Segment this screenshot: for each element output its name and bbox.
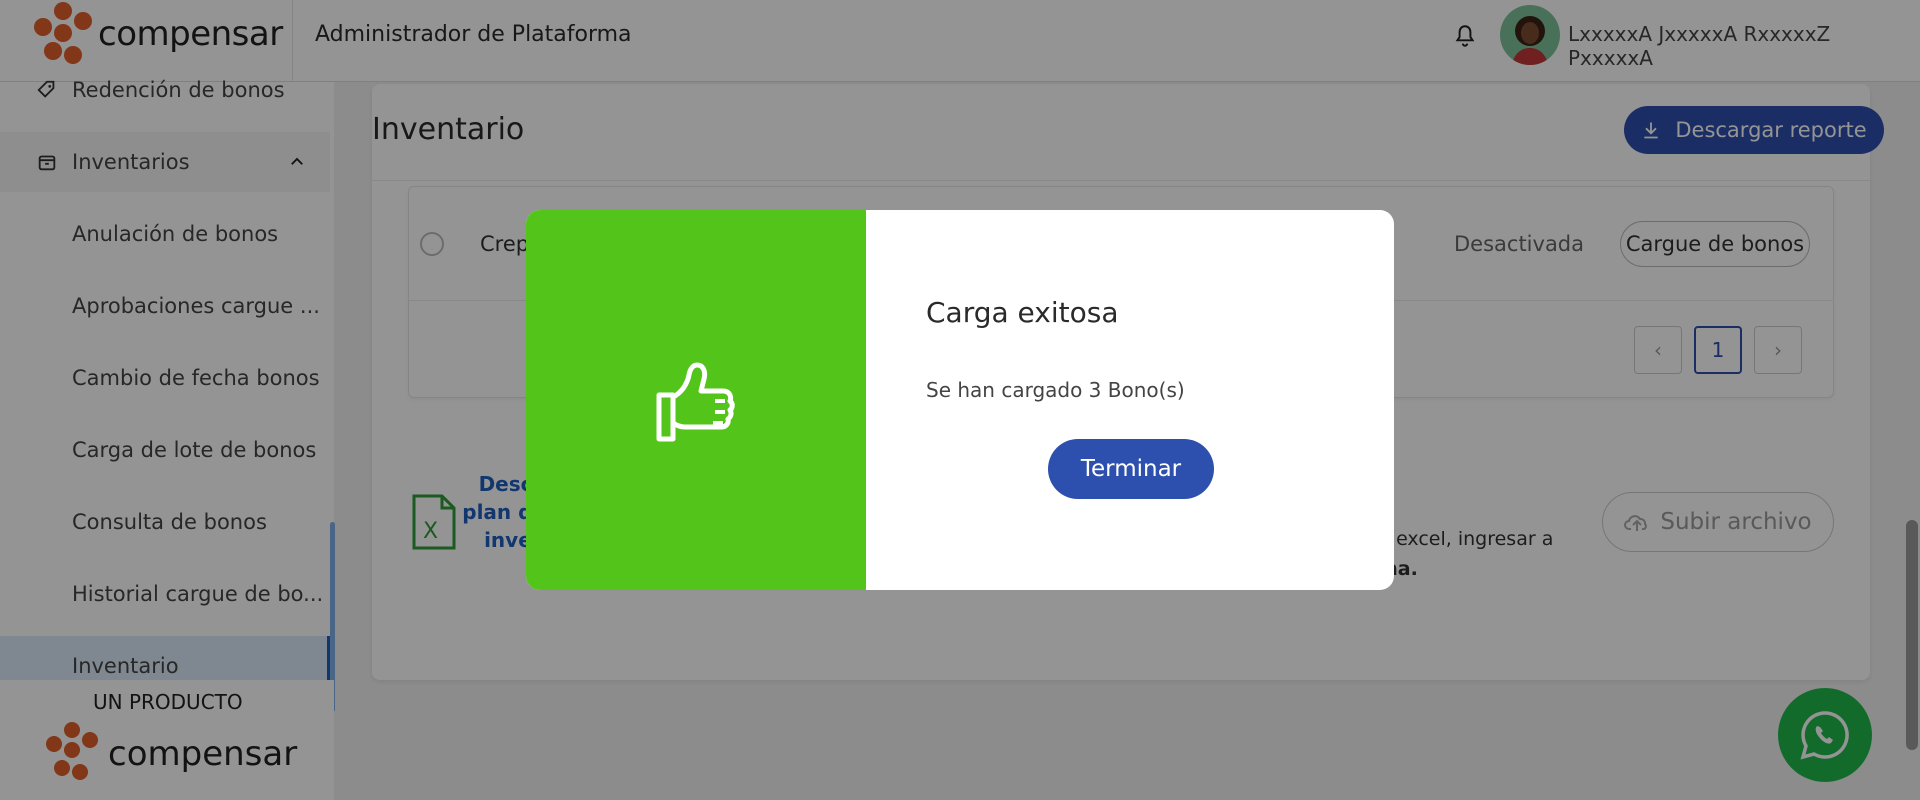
finish-button[interactable]: Terminar (1048, 439, 1214, 499)
thumbs-up-icon (656, 362, 735, 442)
success-dialog: Carga exitosa Se han cargado 3 Bono(s) T… (526, 210, 1394, 590)
dialog-title: Carga exitosa (926, 296, 1119, 329)
success-panel (526, 210, 866, 590)
dialog-message: Se han cargado 3 Bono(s) (926, 378, 1185, 402)
